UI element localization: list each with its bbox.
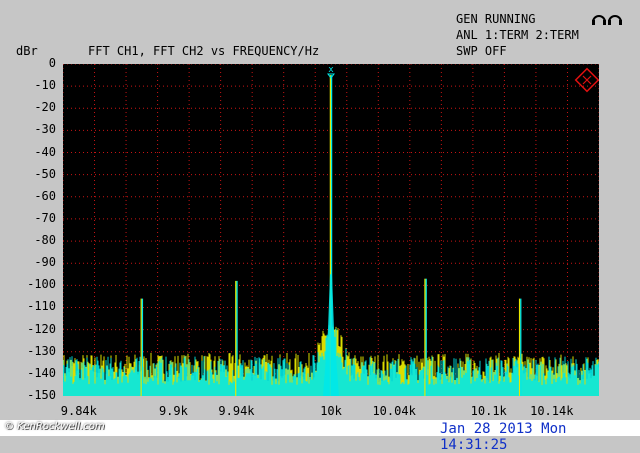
x-tick-label: 10.14k: [530, 404, 574, 418]
y-tick-label: -50: [34, 166, 56, 181]
watermark: © KenRockwell.com: [4, 421, 105, 432]
y-tick-label: -90: [34, 255, 56, 270]
y-tick-label: -110: [27, 299, 56, 314]
x-tick-label: 10.04k: [372, 404, 416, 418]
y-tick-label: -100: [27, 277, 56, 292]
y-tick-label: -40: [34, 144, 56, 159]
y-tick-label: -70: [34, 210, 56, 225]
y-tick-label: -60: [34, 188, 56, 203]
y-tick-label: -130: [27, 343, 56, 358]
status-line-2: ANL 1:TERM 2:TERM: [456, 28, 579, 42]
y-tick-label: -120: [27, 321, 56, 336]
y-tick-label: -30: [34, 122, 56, 137]
chart-title: FFT CH1, FFT CH2 vs FREQUENCY/Hz: [88, 44, 320, 58]
y-tick-label: 0: [48, 56, 56, 70]
y-tick-label: -10: [34, 78, 56, 93]
y-tick-label: -150: [27, 388, 56, 402]
x-tick-label: 10k: [320, 404, 342, 418]
y-tick-label: -80: [34, 233, 56, 248]
status-line-1: GEN RUNNING: [456, 12, 536, 26]
y-tick-label: -20: [34, 100, 56, 115]
status-line-3: SWP OFF: [456, 44, 507, 58]
x-tick-label: 10.1k: [470, 404, 507, 418]
timestamp: Jan 28 2013 Mon 14:31:25: [440, 421, 567, 453]
spectrum-chart: x: [63, 64, 599, 396]
x-tick-label: 9.94k: [218, 404, 255, 418]
x-tick-label: 9.84k: [60, 404, 97, 418]
plot-area: x: [63, 64, 599, 396]
headphones-icon: [590, 10, 624, 26]
logo-icon: [574, 67, 599, 93]
x-tick-label: 9.9k: [158, 404, 188, 418]
y-tick-label: -140: [27, 365, 56, 380]
